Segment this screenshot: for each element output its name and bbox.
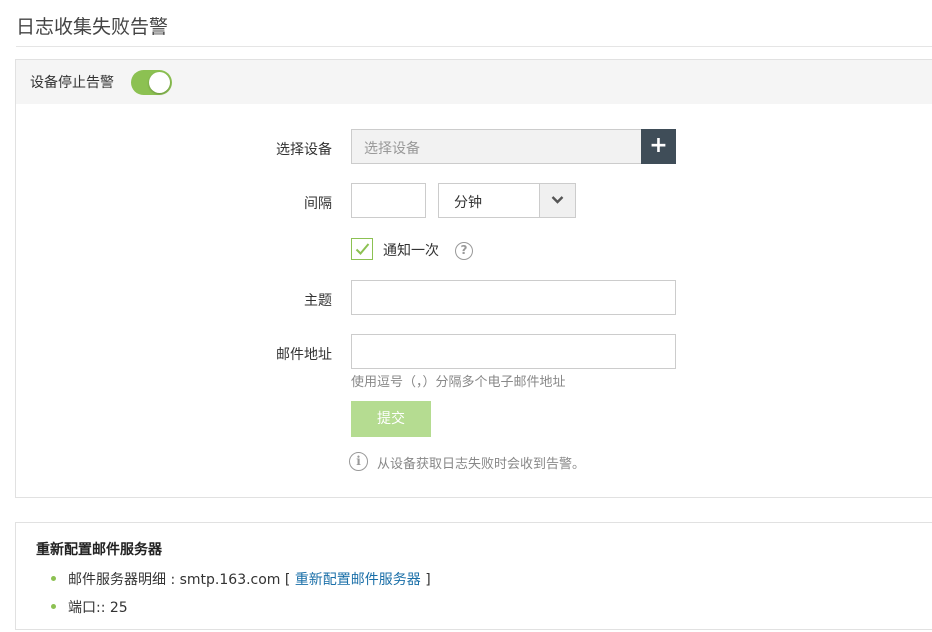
subject-label: 主题 [304,293,332,309]
interval-input[interactable] [351,183,426,218]
toggle-knob [149,72,170,93]
bullet-icon [51,576,56,581]
info-message: 从设备获取日志失败时会收到告警。 [377,457,586,472]
chevron-down-icon [551,196,564,204]
mail-server-port-text: 端口:: 25 [68,600,128,616]
check-icon [355,243,370,255]
mail-server-panel: 重新配置邮件服务器 邮件服务器明细 : smtp.163.com [ 重新配置邮… [15,522,932,630]
bullet-icon [51,604,56,609]
info-icon: i [349,452,368,471]
notify-once-label: 通知一次 [383,243,439,259]
select-device-label: 选择设备 [276,142,332,158]
alert-settings-panel: 设备停止告警 选择设备 选择设备 + 间隔 分钟 通知一次 ? 主题 邮件地址 … [15,59,932,498]
submit-button[interactable]: 提交 [351,401,431,437]
help-icon[interactable]: ? [455,242,473,260]
interval-unit-value: 分钟 [454,195,482,211]
reconfigure-mail-server-link[interactable]: 重新配置邮件服务器 [295,572,421,588]
mail-server-port: 端口:: 25 [51,597,128,617]
add-device-button[interactable]: + [641,129,676,164]
title-divider [16,46,932,47]
page-title: 日志收集失败告警 [16,16,169,38]
email-label: 邮件地址 [276,347,332,363]
interval-label: 间隔 [304,196,332,212]
interval-unit-select[interactable]: 分钟 [438,183,576,218]
notify-once-checkbox[interactable] [351,238,373,260]
panel-header: 设备停止告警 [16,60,932,104]
device-stop-alert-toggle[interactable] [131,70,172,95]
mail-server-title: 重新配置邮件服务器 [36,542,162,558]
email-hint: 使用逗号（，）分隔多个电子邮件地址 [351,375,566,390]
device-stop-alert-label: 设备停止告警 [30,75,114,91]
mail-server-detail-suffix: ] [420,572,431,588]
mail-server-detail: 邮件服务器明细 : smtp.163.com [ 重新配置邮件服务器 ] [51,569,431,589]
subject-input[interactable] [351,280,676,315]
select-device-field[interactable]: 选择设备 [351,129,642,164]
email-input[interactable] [351,334,676,369]
mail-server-detail-text: 邮件服务器明细 : smtp.163.com [ [68,572,295,588]
plus-icon: + [649,133,668,158]
dropdown-toggle[interactable] [539,184,575,217]
